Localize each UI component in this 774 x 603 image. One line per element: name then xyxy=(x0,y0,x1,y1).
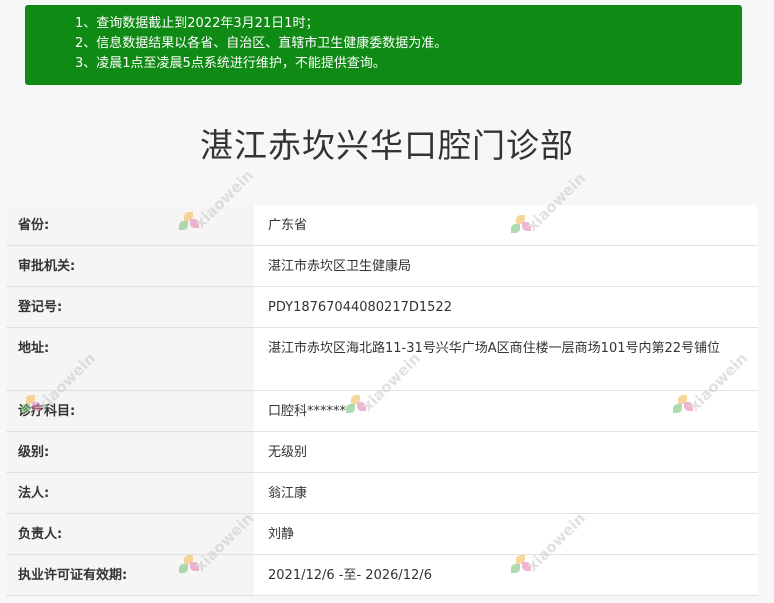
notice-banner: 1、查询数据截止到2022年3月21日1时； 2、信息数据结果以各省、自治区、直… xyxy=(25,5,742,85)
row-label: 登记号: xyxy=(6,287,254,327)
row-value: 湛江市赤坎区海北路11-31号兴华广场A区商住楼一层商场101号内第22号铺位 xyxy=(254,328,758,390)
row-value: PDY18767044080217D1522 xyxy=(254,287,758,327)
row-label: 诊疗科目: xyxy=(6,391,254,431)
row-label: 执业许可证有效期: xyxy=(6,555,254,595)
table-row-license-validity: 执业许可证有效期: 2021/12/6 -至- 2026/12/6 xyxy=(6,555,758,596)
row-value: 广东省 xyxy=(254,205,758,245)
row-label: 法人: xyxy=(6,473,254,513)
notice-line-3: 3、凌晨1点至凌晨5点系统进行维护，不能提供查询。 xyxy=(75,56,386,71)
row-label: 级别: xyxy=(6,432,254,472)
notice-line-2: 2、信息数据结果以各省、自治区、直辖市卫生健康委数据为准。 xyxy=(75,36,448,51)
table-row-person-in-charge: 负责人: 刘静 xyxy=(6,514,758,555)
row-label: 省份: xyxy=(6,205,254,245)
table-row-address: 地址: 湛江市赤坎区海北路11-31号兴华广场A区商住楼一层商场101号内第22… xyxy=(6,328,758,391)
row-value: 无级别 xyxy=(254,432,758,472)
row-label: 负责人: xyxy=(6,514,254,554)
row-value: 翁江康 xyxy=(254,473,758,513)
row-value: 口腔科****** xyxy=(254,391,758,431)
clinic-details-table: 省份: 广东省 审批机关: 湛江市赤坎区卫生健康局 登记号: PDY187670… xyxy=(6,205,758,596)
row-label: 地址: xyxy=(6,328,254,390)
table-row-level: 级别: 无级别 xyxy=(6,432,758,473)
table-row-legal-person: 法人: 翁江康 xyxy=(6,473,758,514)
row-value: 刘静 xyxy=(254,514,758,554)
row-label: 审批机关: xyxy=(6,246,254,286)
notice-line-1: 1、查询数据截止到2022年3月21日1时； xyxy=(75,16,319,31)
row-value: 2021/12/6 -至- 2026/12/6 xyxy=(254,555,758,595)
table-row-registration: 登记号: PDY18767044080217D1522 xyxy=(6,287,758,328)
table-row-authority: 审批机关: 湛江市赤坎区卫生健康局 xyxy=(6,246,758,287)
table-row-departments: 诊疗科目: 口腔科****** xyxy=(6,391,758,432)
page-title: 湛江赤坎兴华口腔门诊部 xyxy=(200,126,574,165)
table-row-province: 省份: 广东省 xyxy=(6,205,758,246)
row-value: 湛江市赤坎区卫生健康局 xyxy=(254,246,758,286)
